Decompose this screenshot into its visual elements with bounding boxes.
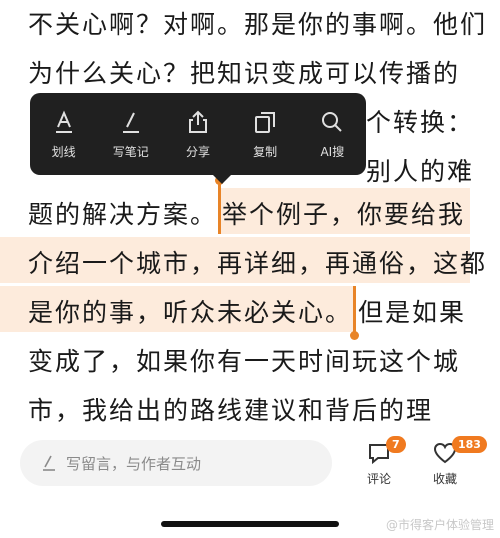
article-line-selected[interactable]: 介绍一个城市，再详细，再通俗，这都 [28, 239, 487, 288]
comment-input[interactable]: 写留言，与作者互动 [20, 440, 332, 486]
article-line: 题的解决方案。 [28, 200, 218, 229]
selection-end-handle[interactable] [350, 286, 359, 340]
share-button[interactable]: 分享 [168, 109, 228, 160]
article-line: 不关心啊？对啊。那是你的事啊。他们 [28, 10, 488, 39]
share-icon [188, 110, 207, 133]
ai-search-button[interactable]: AI搜 [302, 109, 362, 160]
watermark: @市得客户体验管理 [385, 518, 494, 532]
ai-search-label: AI搜 [320, 144, 345, 159]
write-note-label: 写笔记 [112, 144, 149, 159]
selection-toolbar: 划线 写笔记 分享 复制 AI搜 [30, 93, 366, 184]
comment-placeholder: 写留言，与作者互动 [66, 454, 202, 473]
article-line: 市，我给出的路线建议和背后的理 [28, 396, 434, 425]
underline-a-icon [55, 109, 72, 133]
favorite-label: 收藏 [432, 472, 457, 486]
underline-button[interactable]: 划线 [34, 109, 94, 160]
article-line-selected[interactable]: 是你的事，听众未必关心。 [28, 288, 352, 337]
article-line: 但是如果 [358, 298, 467, 327]
comment-label: 评论 [366, 472, 391, 486]
comment-count-badge: 7 [386, 436, 406, 453]
article-line: 个转换： [366, 108, 475, 137]
share-label: 分享 [185, 144, 210, 159]
favorite-count-badge: 183 [452, 436, 487, 453]
favorite-button[interactable]: 183 收藏 [432, 436, 487, 487]
search-icon [322, 111, 343, 132]
article-line: 别人的难 [366, 157, 475, 186]
pen-icon [122, 112, 139, 133]
article-line: 为什么关心？把知识变成可以传播的 [28, 59, 461, 88]
write-note-button[interactable]: 写笔记 [101, 109, 161, 160]
home-indicator[interactable] [161, 521, 339, 527]
article-line: 变成了，如果你有一天时间玩这个城 [28, 347, 461, 376]
pencil-icon [43, 455, 55, 471]
selection-start-handle[interactable] [215, 176, 224, 234]
copy-icon [255, 111, 276, 133]
copy-label: 复制 [253, 144, 278, 159]
article-line-selected[interactable]: 举个例子，你要给我 [222, 190, 465, 239]
copy-button[interactable]: 复制 [235, 109, 295, 160]
comment-button[interactable]: 7 评论 [366, 436, 406, 487]
underline-label: 划线 [51, 144, 76, 159]
